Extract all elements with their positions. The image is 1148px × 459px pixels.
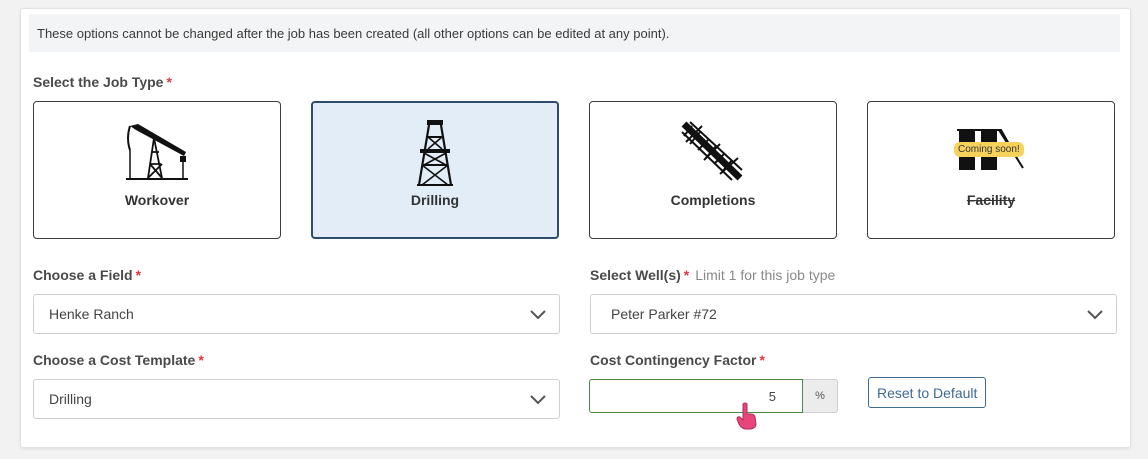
percent-addon: % — [803, 379, 838, 413]
required-mark: * — [198, 352, 204, 368]
field-label-text: Choose a Field — [33, 267, 133, 283]
pumpjack-icon — [126, 124, 188, 180]
job-type-card-facility[interactable]: Coming soon! Facility — [867, 101, 1115, 239]
required-mark: * — [759, 352, 765, 368]
job-type-card-workover[interactable]: Workover — [33, 101, 281, 239]
cost-template-select-value: Drilling — [49, 391, 92, 407]
frac-line-icon — [681, 121, 743, 181]
job-type-label-text: Select the Job Type — [33, 74, 164, 90]
job-type-card-completions[interactable]: Completions — [589, 101, 837, 239]
field-label: Choose a Field * — [33, 267, 141, 283]
contingency-input[interactable] — [589, 379, 803, 413]
drilling-rig-icon — [417, 120, 453, 186]
notice-banner: These options cannot be changed after th… — [29, 14, 1120, 52]
field-select-value: Henke Ranch — [49, 306, 134, 322]
notice-text: These options cannot be changed after th… — [37, 25, 670, 41]
contingency-label: Cost Contingency Factor * — [590, 352, 765, 368]
contingency-label-text: Cost Contingency Factor — [590, 352, 757, 368]
chevron-down-icon — [530, 395, 546, 405]
wells-label-text: Select Well(s) — [590, 267, 681, 283]
hand-pointer-cursor-icon — [736, 402, 757, 430]
wells-limit-hint: Limit 1 for this job type — [695, 267, 836, 283]
job-type-name: Completions — [670, 192, 756, 208]
required-mark: * — [166, 74, 172, 90]
wells-label: Select Well(s) * Limit 1 for this job type — [590, 267, 835, 283]
cost-template-label: Choose a Cost Template * — [33, 352, 204, 368]
required-mark: * — [683, 267, 690, 283]
job-type-name: Facility — [966, 192, 1016, 208]
coming-soon-badge: Coming soon! — [954, 142, 1024, 157]
field-select[interactable]: Henke Ranch — [33, 294, 560, 334]
job-type-card-drilling[interactable]: Drilling — [311, 101, 559, 239]
cost-template-select[interactable]: Drilling — [33, 379, 560, 419]
job-type-label: Select the Job Type * — [33, 74, 172, 90]
required-mark: * — [135, 267, 142, 283]
reset-to-default-button[interactable]: Reset to Default — [868, 377, 987, 408]
job-type-name: Workover — [124, 192, 190, 208]
wells-select-value: Peter Parker #72 — [611, 306, 717, 322]
chevron-down-icon — [1087, 310, 1103, 320]
cost-template-label-text: Choose a Cost Template — [33, 352, 196, 368]
job-type-name: Drilling — [410, 192, 460, 208]
wells-select[interactable]: Peter Parker #72 — [590, 294, 1117, 334]
contingency-input-group: % — [589, 379, 838, 413]
chevron-down-icon — [530, 310, 546, 320]
